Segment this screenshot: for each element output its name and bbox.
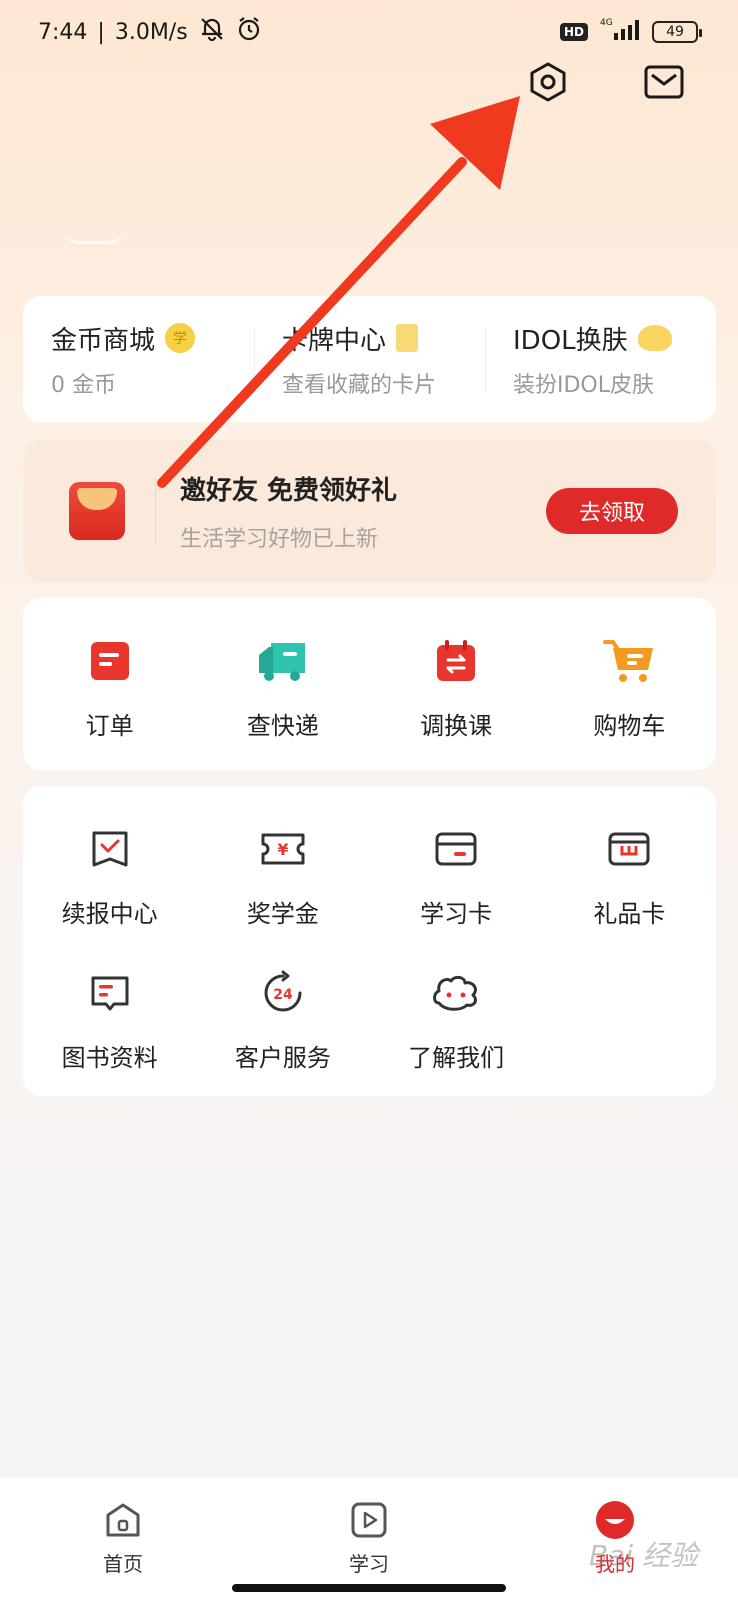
idol-skin-title: IDOL换肤 [513, 325, 628, 356]
signal-icon: 4G [598, 16, 642, 48]
order-entry[interactable]: 订单 [23, 622, 196, 766]
svg-text:¥: ¥ [277, 840, 288, 859]
invite-subtitle: 生活学习好物已上新 [180, 526, 379, 552]
divider [155, 478, 156, 544]
scholarship-icon: ¥ [254, 820, 312, 878]
reschedule-entry[interactable]: 调换课 [370, 622, 543, 766]
order-icon [81, 632, 139, 690]
gift-card-icon [600, 820, 658, 878]
invite-title: 邀好友 免费领好礼 [180, 475, 398, 506]
about-entry[interactable]: 了解我们 [370, 954, 543, 1098]
service-label: 客户服务 [234, 1044, 331, 1072]
mascot-icon [427, 964, 485, 1022]
service-entry[interactable]: 24 客户服务 [196, 954, 369, 1098]
study-card-label: 学习卡 [420, 900, 493, 928]
status-right: HD 4G 49 [559, 16, 702, 48]
orders-card: 订单 查快递 调换课 购物车 [23, 598, 716, 770]
express-label: 查快递 [246, 712, 319, 740]
services-card: 续报中心 ¥ 奖学金 学习卡 礼品卡 图书资料 24 客户服务 了解我们 [23, 786, 716, 1096]
alarm-icon [236, 16, 262, 48]
idol-skin-entry[interactable]: IDOL换肤 装扮IDOL皮肤 [485, 320, 716, 399]
idol-skin-sub: 装扮IDOL皮肤 [513, 372, 655, 398]
status-bar: 7:44 | 3.0M/s HD 4G 49 [0, 0, 738, 64]
home-icon [101, 1498, 145, 1542]
coin-mall-entry[interactable]: 金币商城 学 0 金币 [23, 320, 254, 399]
settings-icon[interactable] [526, 60, 570, 104]
hd-badge: HD [559, 23, 588, 41]
mute-icon [198, 15, 226, 49]
coin-mall-title: 金币商城 [51, 325, 156, 356]
cart-label: 购物车 [593, 712, 666, 740]
status-speed: 3.0M/s [114, 19, 188, 45]
gift-card-entry[interactable]: 礼品卡 [543, 810, 716, 954]
battery-icon: 49 [652, 21, 702, 43]
truck-icon [254, 632, 312, 690]
header-actions [526, 60, 686, 104]
nav-home-label: 首页 [103, 1552, 143, 1576]
status-left: 7:44 | 3.0M/s [38, 15, 262, 49]
invite-banner[interactable]: 邀好友 免费领好礼 生活学习好物已上新 去领取 [23, 440, 716, 582]
coin-icon: 学 [165, 323, 196, 353]
nav-study-label: 学习 [349, 1552, 389, 1576]
renew-entry[interactable]: 续报中心 [23, 810, 196, 954]
cart-icon [600, 632, 658, 690]
order-label: 订单 [85, 712, 134, 740]
card-center-entry[interactable]: 卡牌中心 查看收藏的卡片 [254, 320, 485, 399]
coin-card: 金币商城 学 0 金币 卡牌中心 查看收藏的卡片 IDOL换肤 装扮IDOL皮肤 [23, 296, 716, 422]
home-indicator[interactable] [232, 1584, 506, 1592]
study-card-entry[interactable]: 学习卡 [370, 810, 543, 954]
calendar-swap-icon [427, 632, 485, 690]
gift-card-label: 礼品卡 [593, 900, 666, 928]
status-separator: | [97, 19, 105, 45]
scholarship-entry[interactable]: ¥ 奖学金 [196, 810, 369, 954]
card-center-title: 卡牌中心 [282, 325, 387, 356]
status-time: 7:44 [38, 19, 88, 45]
coin-mall-sub: 0 金币 [51, 372, 116, 398]
express-entry[interactable]: 查快递 [196, 622, 369, 766]
cart-entry[interactable]: 购物车 [543, 622, 716, 766]
red-packet-icon [69, 482, 125, 540]
renew-icon [81, 820, 139, 878]
book-icon [81, 964, 139, 1022]
service-24-icon: 24 [254, 964, 312, 1022]
chick-icon [637, 325, 672, 351]
card-center-sub: 查看收藏的卡片 [282, 372, 437, 398]
scholarship-label: 奖学金 [246, 900, 319, 928]
claim-button[interactable]: 去领取 [546, 488, 678, 534]
svg-text:4G: 4G [600, 18, 613, 28]
watermark-text: Bai 经验 [588, 1539, 698, 1572]
nav-home[interactable]: 首页 [63, 1498, 183, 1600]
about-label: 了解我们 [408, 1044, 505, 1072]
book-entry[interactable]: 图书资料 [23, 954, 196, 1098]
study-card-icon [427, 820, 485, 878]
reschedule-label: 调换课 [420, 712, 493, 740]
book-label: 图书资料 [61, 1044, 158, 1072]
avatar[interactable] [66, 232, 122, 244]
mail-icon[interactable] [642, 60, 686, 104]
play-icon [347, 1498, 391, 1542]
svg-text:24: 24 [273, 987, 293, 1003]
card-icon [396, 324, 419, 352]
renew-label: 续报中心 [61, 900, 158, 928]
